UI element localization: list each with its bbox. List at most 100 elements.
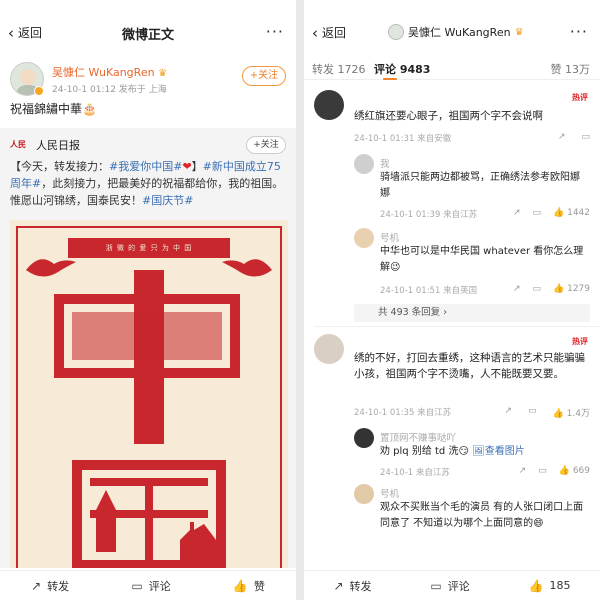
- reply-author[interactable]: 置顶网不赚事哒吖: [380, 430, 456, 444]
- reply-like[interactable]: 👍 1442: [553, 208, 590, 218]
- reply-actions: ↗ ▭ 👍 1442: [513, 208, 590, 218]
- comment-icon[interactable]: ▭: [533, 208, 542, 218]
- comment-icon: ▭: [430, 578, 442, 593]
- reply-text: 劝 plq 别给 td 洗😏 🖼查看图片: [380, 446, 525, 457]
- author-name[interactable]: 吴慷仁 WuKangRen ♛: [52, 64, 167, 80]
- reply-author[interactable]: 我: [380, 156, 390, 170]
- comment-item: 热评 绣红旗还要心眼子，祖国两个字不会说啊 24-10-1 01:31 来自安徽…: [304, 90, 600, 322]
- reply-timestamp: 24-10-1 来自江苏: [380, 468, 450, 478]
- page-title: 微博正文: [121, 28, 174, 43]
- tab-repost[interactable]: 转发 1726: [312, 61, 366, 77]
- reply-timestamp: 24-10-1 01:39 来自江苏: [380, 210, 478, 220]
- comment-button[interactable]: ▭ 评论: [430, 578, 469, 594]
- avatar[interactable]: [314, 90, 344, 120]
- repost-text-segment: 】: [191, 160, 203, 173]
- more-options-icon[interactable]: ···: [570, 22, 588, 41]
- repost-text: 【今天，转发接力：#我爱你中国#❤】#新中国成立75周年#，此刻接力，把最美好的…: [10, 158, 286, 209]
- post-author: 吴慷仁 WuKangRen ♛ 24-10-1 01:12 发布于 上海 +关注: [10, 60, 286, 100]
- thumbs-up-icon: 👍: [232, 578, 248, 593]
- reply-text: 观众不买账当个毛的演员 有的人张口闭口上面同意了 不知道以为哪个上面同意的😄: [380, 502, 584, 529]
- thumbs-up-icon: 👍: [528, 578, 544, 593]
- chevron-left-icon: ‹: [312, 23, 318, 42]
- repost-follow-button[interactable]: +关注: [246, 136, 286, 154]
- reply-item: 置顶网不赚事哒吖 劝 plq 别给 td 洗😏 🖼查看图片 24-10-1 来自…: [354, 428, 592, 480]
- avatar[interactable]: [354, 484, 374, 504]
- reply-author[interactable]: 号机: [380, 230, 399, 244]
- top-nav-bar: ‹ 返回 吴慷仁 WuKangRen ♛ ···: [304, 16, 600, 50]
- repost-author-name[interactable]: 人民日报: [36, 137, 80, 153]
- reply-actions: ↗ ▭ 👍 1279: [513, 284, 590, 294]
- papercut-character-stroke: [145, 478, 153, 568]
- reply-like[interactable]: 👍 669: [559, 466, 590, 476]
- like-button[interactable]: 👍 185: [529, 579, 571, 593]
- bottom-action-bar: ↗ 转发 ▭ 评论 👍 赞: [0, 570, 296, 600]
- hot-comment-badge: 热评: [572, 337, 588, 346]
- header-user-name: 吴慷仁 WuKangRen: [408, 26, 511, 39]
- reply-author[interactable]: 号机: [380, 486, 399, 500]
- comment-text: 绣的不好，打回去重绣，这种语言的艺术只能骗骗小孩，祖国两个字不烫嘴，人不能既要又…: [354, 352, 585, 380]
- post-timestamp: 24-10-1 01:12 发布于 上海: [52, 85, 167, 95]
- people-daily-logo-icon: 人民: [10, 139, 26, 149]
- comment-actions: ↗ ▭ 👍 1.4万: [505, 406, 590, 419]
- comment-icon[interactable]: ▭: [581, 132, 590, 142]
- hot-comment-badge: 热评: [572, 93, 588, 102]
- heart-icon: ❤: [182, 160, 192, 173]
- share-icon[interactable]: ↗: [513, 284, 521, 294]
- share-icon[interactable]: ↗: [558, 132, 566, 142]
- bird-papercut-icon: [26, 259, 76, 277]
- comment-button[interactable]: ▭ 评论: [131, 578, 170, 594]
- avatar[interactable]: [314, 334, 344, 364]
- avatar[interactable]: [354, 428, 374, 448]
- header-user[interactable]: 吴慷仁 WuKangRen ♛: [388, 24, 524, 40]
- back-button[interactable]: ‹ 返回: [312, 24, 346, 41]
- bird-papercut-icon: [222, 259, 272, 277]
- reposted-content[interactable]: 人民 人民日报 +关注 【今天，转发接力：#我爱你中国#❤】#新中国成立75周年…: [0, 128, 296, 568]
- hashtag-link[interactable]: #国庆节#: [142, 194, 193, 207]
- building-papercut-icon: [180, 522, 216, 568]
- comment-icon[interactable]: ▭: [533, 284, 542, 294]
- avatar[interactable]: [354, 228, 374, 248]
- avatar: [388, 24, 404, 40]
- hashtag-link[interactable]: #我爱你中国#: [109, 160, 182, 173]
- comment-text: 绣红旗还要心眼子，祖国两个字不会说啊: [354, 110, 543, 122]
- post-text: 祝福錦繡中華🎂: [10, 102, 97, 116]
- crown-icon: ♛: [158, 68, 168, 79]
- view-image-link[interactable]: 🖼查看图片: [472, 446, 525, 457]
- reply-text: 中华也可以是中华民国 whatever 看你怎么理解😉: [380, 246, 584, 273]
- poster-image[interactable]: 浙 微 的 爱 只 为 中 国: [10, 220, 288, 568]
- reply-item: 号机 观众不买账当个毛的演员 有的人张口闭口上面同意了 不知道以为哪个上面同意的…: [354, 484, 592, 564]
- share-button[interactable]: ↗ 转发: [31, 578, 69, 594]
- verified-badge-icon: [34, 86, 44, 96]
- active-tab-indicator: [383, 78, 397, 80]
- poster-banner: 浙 微 的 爱 只 为 中 国: [68, 238, 230, 258]
- reply-like[interactable]: 👍 1279: [553, 284, 590, 294]
- top-nav-bar: ‹ 返回 微博正文 ···: [0, 16, 296, 50]
- comment-item: 热评 绣的不好，打回去重绣，这种语言的艺术只能骗骗小孩，祖国两个字不烫嘴，人不能…: [304, 334, 600, 570]
- comment-like[interactable]: 👍 1.4万: [553, 406, 590, 419]
- comment-icon[interactable]: ▭: [538, 466, 547, 476]
- tab-comment[interactable]: 评论 9483: [374, 61, 430, 77]
- comment-icon: ▭: [131, 578, 143, 593]
- reply-item: 我 骑墙派只能两边都被骂，正确绣法参考欧阳娜娜 24-10-1 01:39 来自…: [354, 154, 592, 220]
- follow-button[interactable]: +关注: [242, 66, 286, 86]
- reply-actions: ↗ ▭ 👍 669: [519, 466, 590, 476]
- divider: [314, 326, 600, 327]
- tab-like[interactable]: 赞 13万: [551, 61, 591, 77]
- more-replies-link[interactable]: 共 493 条回复 ›: [354, 304, 590, 322]
- like-button[interactable]: 👍 赞: [233, 578, 265, 594]
- share-button[interactable]: ↗ 转发: [333, 578, 371, 594]
- share-icon[interactable]: ↗: [513, 208, 521, 218]
- comment-actions: ↗ ▭: [558, 132, 590, 142]
- rocket-papercut-icon: [96, 490, 116, 552]
- back-label: 返回: [322, 26, 347, 40]
- comment-timestamp: 24-10-1 01:31 来自安徽: [354, 134, 452, 144]
- avatar[interactable]: [354, 154, 374, 174]
- comment-timestamp: 24-10-1 01:35 来自江苏: [354, 408, 452, 418]
- share-icon[interactable]: ↗: [505, 406, 513, 419]
- share-icon[interactable]: ↗: [519, 466, 527, 476]
- share-icon: ↗: [333, 578, 344, 593]
- more-options-icon[interactable]: ···: [266, 22, 284, 41]
- comment-icon[interactable]: ▭: [528, 406, 537, 419]
- svg-text:人民: 人民: [10, 139, 26, 149]
- comments-panel: ‹ 返回 吴慷仁 WuKangRen ♛ ··· 转发 1726 评论 9483…: [304, 0, 600, 600]
